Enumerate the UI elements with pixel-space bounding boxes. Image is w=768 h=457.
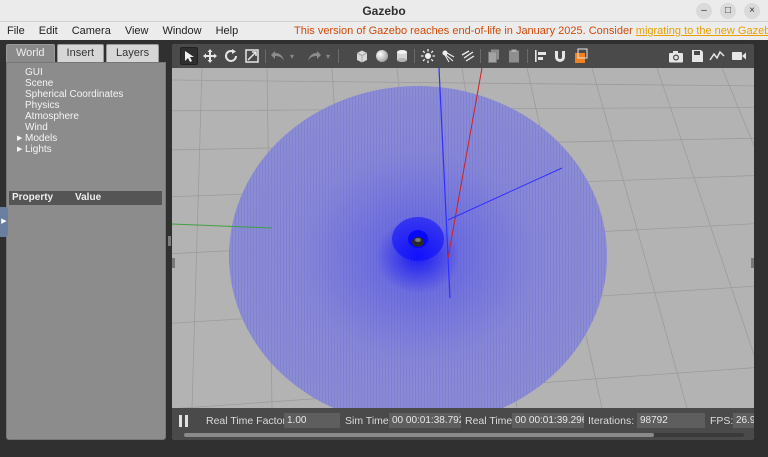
tree-item-wind[interactable]: Wind (17, 122, 123, 133)
pause-icon[interactable] (178, 414, 190, 428)
status-scrollbar-thumb[interactable] (184, 433, 654, 437)
eol-notice-text: This version of Gazebo reaches end-of-li… (294, 25, 636, 37)
box-shape-icon[interactable] (353, 47, 371, 65)
tab-layers[interactable]: Layers (106, 44, 160, 62)
menu-camera[interactable]: Camera (65, 22, 118, 40)
status-scrollbar[interactable] (184, 433, 744, 437)
left-panel: World Insert Layers GUI Scene Spherical … (6, 44, 166, 440)
tree-item-models[interactable]: ▶ Models (17, 133, 123, 144)
expand-arrow-icon[interactable]: ▶ (17, 144, 22, 155)
tab-world[interactable]: World (6, 44, 55, 62)
sim-time-label: Sim Time: (345, 415, 392, 427)
rotate-icon[interactable] (222, 47, 240, 65)
fps-label: FPS: (710, 415, 734, 427)
eol-notice: This version of Gazebo reaches end-of-li… (294, 22, 768, 40)
world-panel: GUI Scene Spherical Coordinates Physics … (6, 62, 166, 440)
tab-insert[interactable]: Insert (56, 44, 105, 62)
paste-icon[interactable] (505, 47, 523, 65)
cylinder-shape-icon[interactable] (393, 47, 411, 65)
redo-dropdown-icon[interactable]: ▾ (323, 47, 333, 65)
real-time-label: Real Time: (465, 415, 516, 427)
property-column-header: Property (12, 192, 54, 203)
tree-item-lights[interactable]: ▶ Lights (17, 144, 123, 155)
undo-dropdown-icon[interactable]: ▾ (287, 47, 297, 65)
menu-view[interactable]: View (118, 22, 156, 40)
iterations-label: Iterations: (588, 415, 635, 427)
plot-icon[interactable] (708, 47, 726, 65)
splitter-grip[interactable] (168, 236, 171, 246)
iterations-value: 98792 (637, 413, 705, 428)
tree-item-atmosphere[interactable]: Atmosphere (17, 111, 123, 122)
maximize-button[interactable]: □ (720, 3, 736, 19)
value-column-header: Value (75, 192, 102, 203)
color-model-icon[interactable] (572, 47, 590, 65)
world-tree: GUI Scene Spherical Coordinates Physics … (17, 67, 123, 155)
property-table-header: Property Value (9, 191, 162, 205)
title-bar: Gazebo – □ × (0, 0, 768, 22)
point-light-icon[interactable] (419, 47, 437, 65)
scale-icon[interactable] (243, 47, 261, 65)
real-time-value: 00 00:01:39.296 (512, 413, 584, 428)
sphere-shape-icon[interactable] (373, 47, 391, 65)
translate-icon[interactable] (201, 47, 219, 65)
menu-file[interactable]: File (0, 22, 32, 40)
gazebo-window: Gazebo – □ × File Edit Camera View Windo… (0, 0, 768, 457)
tree-item-physics[interactable]: Physics (17, 100, 123, 111)
chevron-right-icon: ▶ (1, 218, 7, 225)
viewport-toolbar: ▾ ▾ (172, 44, 754, 68)
snap-icon[interactable] (551, 47, 569, 65)
expand-arrow-icon[interactable]: ▶ (17, 133, 22, 144)
spot-light-icon[interactable] (439, 47, 457, 65)
menu-edit[interactable]: Edit (32, 22, 65, 40)
sim-time-value: 00 00:01:38.792 (389, 413, 461, 428)
render-view: ▾ ▾ Real Time Factor: 1.00 Sim Time: 00 … (172, 44, 754, 440)
select-arrow-icon[interactable] (180, 47, 198, 65)
screenshot-icon[interactable] (667, 47, 685, 65)
panel-tabs: World Insert Layers (6, 44, 160, 62)
align-icon[interactable] (532, 47, 550, 65)
copy-icon[interactable] (485, 47, 503, 65)
menu-help[interactable]: Help (209, 22, 246, 40)
menu-window[interactable]: Window (155, 22, 208, 40)
tree-item-spherical-coordinates[interactable]: Spherical Coordinates (17, 89, 123, 100)
status-bar: Real Time Factor: 1.00 Sim Time: 00 00:0… (172, 408, 754, 440)
save-log-icon[interactable] (688, 47, 706, 65)
undo-icon[interactable] (269, 47, 287, 65)
panel-toggle-handle[interactable]: ▶ (0, 207, 8, 237)
record-video-icon[interactable] (730, 47, 748, 65)
real-time-factor-value: 1.00 (284, 413, 340, 428)
tree-item-gui[interactable]: GUI (17, 67, 123, 78)
window-title: Gazebo (362, 4, 406, 18)
real-time-factor-label: Real Time Factor: (206, 415, 289, 427)
directional-light-icon[interactable] (459, 47, 477, 65)
close-button[interactable]: × (744, 3, 760, 19)
sensor-model (412, 237, 424, 247)
minimize-button[interactable]: – (696, 3, 712, 19)
migration-link[interactable]: migrating to the new Gazebo (636, 25, 768, 37)
tree-item-scene[interactable]: Scene (17, 78, 123, 89)
fps-value: 26.9 (733, 413, 754, 428)
scene-canvas[interactable] (172, 68, 754, 408)
redo-icon[interactable] (305, 47, 323, 65)
